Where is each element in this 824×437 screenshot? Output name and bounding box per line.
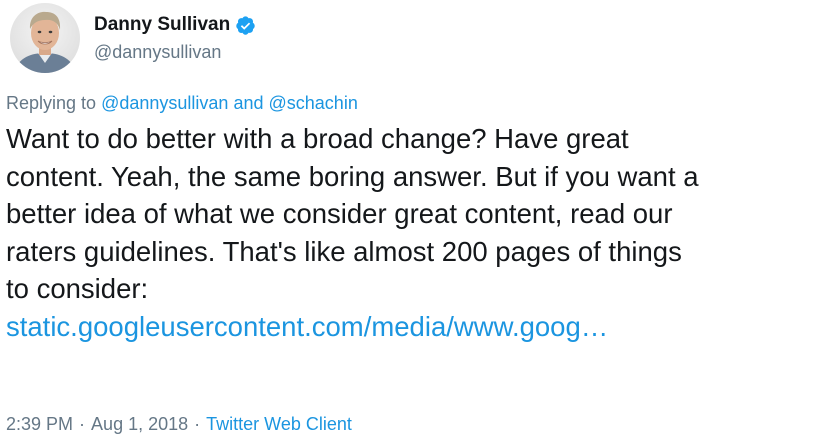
tweet-text-line: raters guidelines. That's like almost 20… bbox=[6, 235, 682, 267]
avatar[interactable] bbox=[10, 3, 80, 73]
avatar-image bbox=[10, 3, 80, 73]
tweet-text-line: content. Yeah, the same boring answer. B… bbox=[6, 160, 699, 192]
name-row: Danny Sullivan bbox=[94, 12, 256, 38]
tweet-time[interactable]: 2:39 PM bbox=[6, 414, 73, 434]
display-name[interactable]: Danny Sullivan bbox=[94, 13, 230, 37]
tweet-meta: 2:39 PM · Aug 1, 2018 · Twitter Web Client bbox=[6, 413, 352, 435]
tweet-text-line: to consider: bbox=[6, 273, 149, 305]
tweet-text-line: better idea of what we consider great co… bbox=[6, 198, 673, 230]
tweet-url-link[interactable]: static.googleusercontent.com/media/www.g… bbox=[6, 308, 818, 346]
verified-badge-icon bbox=[235, 15, 256, 36]
meta-separator: · bbox=[194, 414, 201, 434]
user-names: Danny Sullivan @dannysullivan bbox=[94, 12, 256, 64]
tweet-client-link[interactable]: Twitter Web Client bbox=[206, 414, 352, 434]
user-handle[interactable]: @dannysullivan bbox=[94, 40, 256, 64]
tweet-text-line: Want to do better with a broad change? H… bbox=[6, 123, 629, 154]
reply-handle-link-1[interactable]: @dannysullivan bbox=[101, 93, 228, 113]
reply-conjunction: and bbox=[233, 93, 264, 113]
reply-handle-link-2[interactable]: @schachin bbox=[269, 93, 358, 113]
tweet-card: Danny Sullivan @dannysullivan Replying t… bbox=[0, 0, 824, 437]
replying-to-prefix: Replying to bbox=[6, 93, 97, 113]
tweet-header: Danny Sullivan @dannysullivan bbox=[10, 2, 256, 74]
replying-to: Replying to @dannysullivan and @schachin bbox=[6, 92, 358, 114]
tweet-text: Want to do better with a broad change? H… bbox=[6, 120, 818, 346]
meta-separator: · bbox=[79, 414, 86, 434]
tweet-date[interactable]: Aug 1, 2018 bbox=[91, 414, 188, 434]
